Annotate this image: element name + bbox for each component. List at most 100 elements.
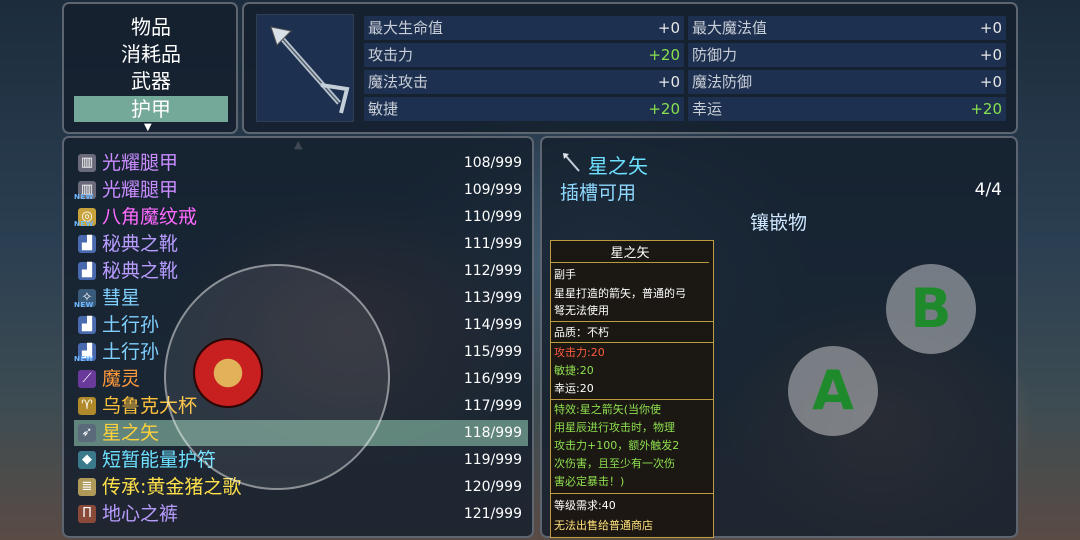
- item-name: 魔灵: [102, 368, 141, 390]
- staff-icon: ⟋: [78, 370, 96, 388]
- item-quantity: 112/999: [463, 263, 522, 279]
- stat-label: 防御力: [692, 46, 738, 64]
- stat-attack: 攻击力 +20: [364, 43, 684, 67]
- tooltip-effect-line: 攻击力+100，额外触发2: [554, 439, 680, 452]
- tooltip-type: 副手: [554, 268, 576, 281]
- arrow-icon: ➶: [78, 424, 96, 442]
- tooltip-title: 星之矢: [551, 245, 709, 263]
- item-name: 光耀腿甲: [102, 179, 179, 201]
- item-name: 土行孙: [102, 341, 160, 363]
- tooltip-bonus-agility: 敏捷:20: [554, 364, 594, 377]
- item-quantity: 110/999: [463, 209, 522, 225]
- item-quantity: 118/999: [463, 425, 522, 441]
- list-item[interactable]: ◎ NEW 八角魔纹戒 110/999: [74, 204, 528, 230]
- tooltip-bonus-luck: 幸运:20: [554, 382, 594, 395]
- stat-max-mp: 最大魔法值 +0: [688, 16, 1006, 40]
- tooltip-effect-line: 次伤害，且至少有一次伤: [554, 457, 675, 470]
- tooltip-divider: [551, 321, 713, 322]
- item-quantity: 114/999: [463, 317, 522, 333]
- new-badge: NEW: [74, 220, 94, 228]
- tooltip-effect-line: 特效:星之箭矢(当你使: [554, 403, 661, 416]
- item-tooltip: 星之矢 副手 星星打造的箭矢，普通的弓 弩无法使用 品质：不朽 攻击力:20 敏…: [550, 240, 714, 538]
- new-badge: NEW: [74, 301, 94, 309]
- tooltip-level-req: 等级需求:40: [554, 499, 616, 512]
- joystick-knob[interactable]: [193, 338, 263, 408]
- category-weapons[interactable]: 武器: [74, 68, 228, 94]
- stat-label: 最大魔法值: [692, 19, 768, 37]
- list-item[interactable]: Π 地心之裤 121/999: [74, 501, 528, 527]
- a-button[interactable]: A: [788, 346, 878, 436]
- b-button[interactable]: B: [886, 264, 976, 354]
- item-quantity: 117/999: [463, 398, 522, 414]
- stat-value: +20: [648, 100, 680, 118]
- item-name: 彗星: [102, 287, 141, 309]
- new-badge: NEW: [74, 193, 94, 201]
- stats-panel: 最大生命值 +0 最大魔法值 +0 攻击力 +20 防御力 +0 魔法攻击 +0…: [242, 2, 1018, 134]
- tooltip-desc-line: 弩无法使用: [554, 304, 609, 317]
- item-quantity: 119/999: [463, 452, 522, 468]
- tooltip-divider: [551, 493, 713, 494]
- tooltip-quality: 品质：不朽: [554, 326, 609, 339]
- stat-value: +0: [979, 46, 1002, 64]
- star-arrow-icon: [270, 26, 350, 114]
- stat-value: +20: [970, 100, 1002, 118]
- stat-value: +0: [979, 19, 1002, 37]
- stat-magic-attack: 魔法攻击 +0: [364, 70, 684, 94]
- tooltip-shop-note: 无法出售给普通商店: [554, 519, 653, 532]
- stat-label: 最大生命值: [368, 19, 444, 37]
- stat-label: 攻击力: [368, 46, 414, 64]
- slot-label: 插槽可用: [560, 182, 637, 204]
- stat-value: +0: [979, 73, 1002, 91]
- tooltip-desc-line: 星星打造的箭矢，普通的弓: [554, 287, 686, 300]
- socket-button[interactable]: 镶嵌物: [750, 208, 807, 235]
- list-item[interactable]: ▟ 秘典之靴 111/999: [74, 231, 528, 257]
- new-badge: NEW: [74, 355, 94, 363]
- item-quantity: 113/999: [463, 290, 522, 306]
- stat-label: 魔法攻击: [368, 73, 429, 91]
- tooltip-effect-line: 用星辰进行攻击时，物理: [554, 421, 675, 434]
- item-quantity: 108/999: [463, 155, 522, 171]
- tooltip-effect-line: 害必定暴击！): [554, 475, 625, 488]
- stat-value: +0: [657, 73, 680, 91]
- item-quantity: 111/999: [463, 236, 522, 252]
- category-items[interactable]: 物品: [74, 14, 228, 40]
- item-quantity: 120/999: [463, 479, 522, 495]
- amulet-icon: ◆: [78, 451, 96, 469]
- item-name: 八角魔纹戒: [102, 206, 198, 228]
- stat-agility: 敏捷 +20: [364, 97, 684, 121]
- stat-luck: 幸运 +20: [688, 97, 1006, 121]
- detail-title: 星之矢: [588, 154, 648, 178]
- list-item[interactable]: ▥ NEW 光耀腿甲 109/999: [74, 177, 528, 203]
- item-quantity: 121/999: [463, 506, 522, 522]
- boots-icon: ▟: [78, 316, 96, 334]
- stat-max-hp: 最大生命值 +0: [364, 16, 684, 40]
- item-name: 土行孙: [102, 314, 160, 336]
- item-name: 星之矢: [102, 422, 160, 444]
- slot-count: 4/4: [974, 180, 1002, 200]
- item-name: 地心之裤: [102, 503, 179, 525]
- stat-label: 魔法防御: [692, 73, 753, 91]
- star-arrow-icon: [563, 153, 580, 172]
- stat-label: 幸运: [692, 100, 723, 118]
- tooltip-divider: [551, 399, 713, 400]
- scroll-icon: ≣: [78, 478, 96, 496]
- boots-icon: ▟: [78, 262, 96, 280]
- scroll-down-arrow-icon[interactable]: ▼: [144, 122, 152, 133]
- item-quantity: 115/999: [463, 344, 522, 360]
- tooltip-divider: [551, 342, 713, 343]
- stat-value: +20: [648, 46, 680, 64]
- item-name: 秘典之靴: [102, 233, 179, 255]
- list-item[interactable]: ▥ 光耀腿甲 108/999: [74, 150, 528, 176]
- stat-label: 敏捷: [368, 100, 399, 118]
- item-quantity: 109/999: [463, 182, 522, 198]
- pants-icon: Π: [78, 505, 96, 523]
- stat-defense: 防御力 +0: [688, 43, 1006, 67]
- item-quantity: 116/999: [463, 371, 522, 387]
- category-consumables[interactable]: 消耗品: [74, 41, 228, 67]
- tooltip-bonus-attack: 攻击力:20: [554, 346, 605, 359]
- boots-icon: ▟: [78, 235, 96, 253]
- category-armor[interactable]: 护甲: [74, 96, 228, 122]
- item-name: 光耀腿甲: [102, 152, 179, 174]
- item-name: 传承:黄金猪之歌: [102, 476, 242, 498]
- cup-icon: ♈: [78, 397, 96, 415]
